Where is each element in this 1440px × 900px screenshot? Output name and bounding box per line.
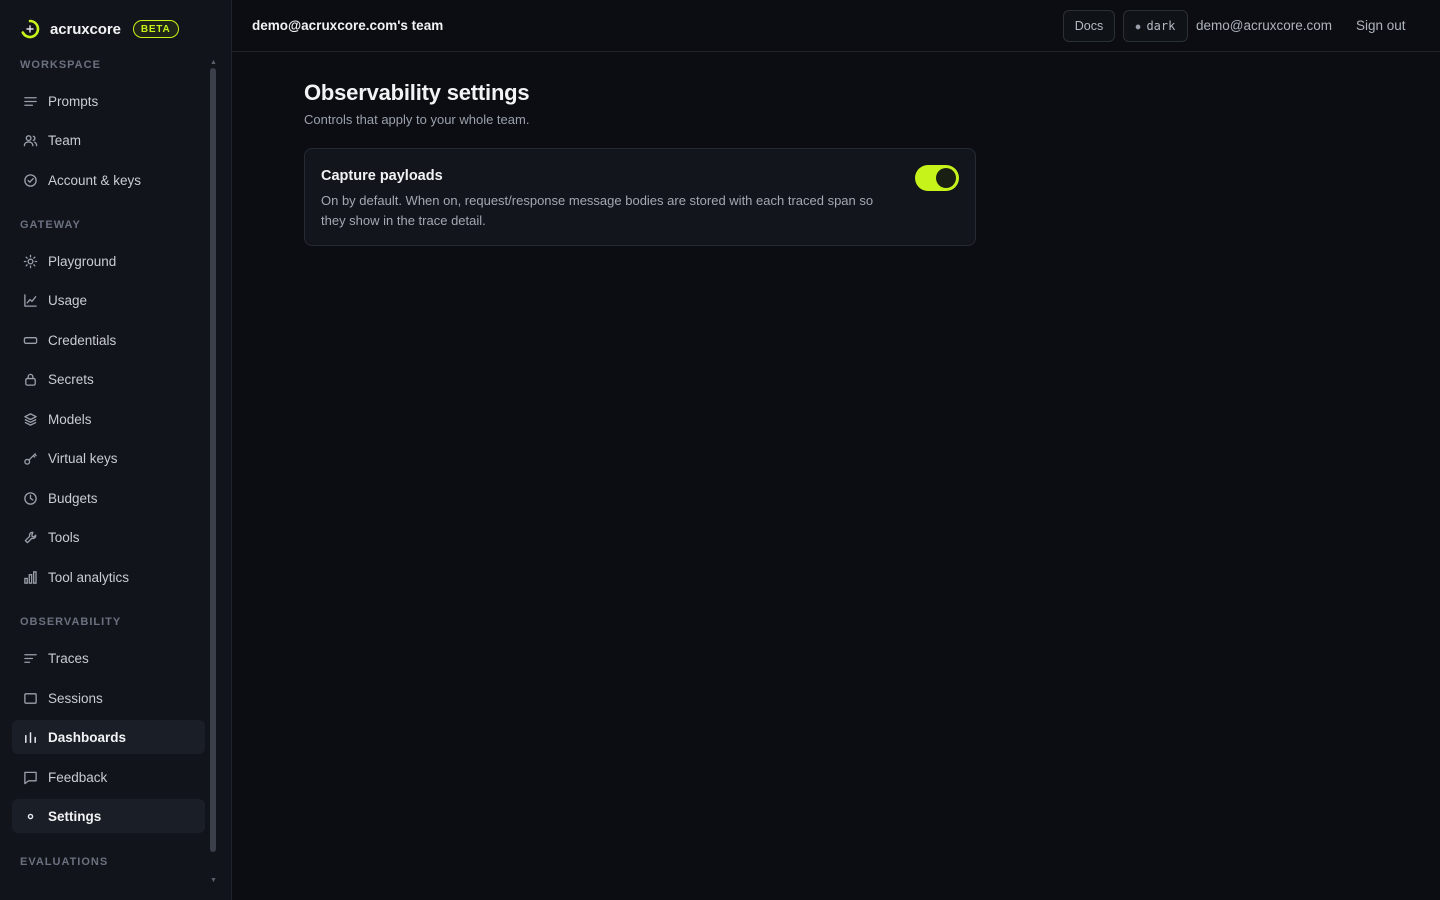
sidebar-item-label: Secrets [48, 371, 94, 387]
theme-label: dark [1146, 19, 1176, 33]
sidebar-item-traces[interactable]: Traces [12, 641, 205, 675]
docs-button[interactable]: Docs [1063, 10, 1115, 42]
sidebar-item-models[interactable]: Models [12, 402, 205, 436]
sidebar-item-label: Sessions [48, 690, 103, 706]
sidebar-item-label: Budgets [48, 490, 98, 506]
sidebar-item-sessions[interactable]: Sessions [12, 681, 205, 715]
sidebar-item-credentials[interactable]: Credentials [12, 323, 205, 357]
bar-chart-icon [22, 569, 38, 585]
sidebar-item-virtual-keys[interactable]: Virtual keys [12, 441, 205, 475]
scroll-down-arrow-icon[interactable]: ▼ [210, 877, 217, 884]
sidebar-item-account-keys[interactable]: Account & keys [12, 163, 205, 197]
team-name[interactable]: demo@acruxcore.com's team [252, 18, 443, 33]
sidebar-item-label: Account & keys [48, 172, 142, 188]
sidebar-item-label: Settings [48, 808, 102, 824]
setting-title: Capture payloads [321, 168, 443, 184]
beta-badge: BETA [132, 20, 179, 38]
wrench-icon [22, 529, 38, 545]
sidebar-item-team[interactable]: Team [12, 123, 205, 157]
setting-description: On by default. When on, request/response… [321, 193, 874, 228]
sidebar-item-label: Prompts [48, 93, 99, 109]
top-bar: demo@acruxcore.com's team Docs ● dark de… [232, 0, 1440, 52]
section-title-gateway: GATEWAY [20, 219, 81, 231]
users-icon [22, 132, 38, 148]
check-circle-icon [22, 172, 38, 188]
lock-icon [22, 371, 38, 387]
brand-logo-icon [21, 19, 40, 39]
sun-icon [22, 253, 38, 269]
sidebar-item-tool-analytics[interactable]: Tool analytics [12, 560, 205, 594]
section-title-workspace: WORKSPACE [20, 59, 101, 71]
capture-payloads-card: Capture payloads On by default. When on,… [304, 148, 976, 246]
brand-name: acruxcore [50, 20, 121, 38]
traces-icon [22, 650, 38, 666]
sidebar-item-label: Usage [48, 292, 88, 308]
dashboard-bars-icon [22, 729, 38, 745]
sidebar-item-dashboards[interactable]: Dashboards [12, 720, 205, 754]
sidebar-item-label: Team [48, 132, 82, 148]
capture-payloads-toggle[interactable] [915, 165, 959, 191]
key-icon [22, 450, 38, 466]
list-icon [22, 93, 38, 109]
sidebar-item-label: Credentials [48, 332, 117, 348]
sidebar-item-tools[interactable]: Tools [12, 520, 205, 554]
sidebar: acruxcore BETA WORKSPACE Prompts Team Ac… [0, 0, 232, 900]
sidebar-item-usage[interactable]: Usage [12, 283, 205, 317]
page-subtitle: Controls that apply to your whole team. [304, 112, 530, 127]
theme-toggle-button[interactable]: ● dark [1123, 10, 1188, 42]
dot-icon [22, 808, 38, 824]
sidebar-item-feedback[interactable]: Feedback [12, 760, 205, 794]
sidebar-item-prompts[interactable]: Prompts [12, 84, 205, 118]
scroll-up-arrow-icon[interactable]: ▲ [210, 59, 217, 66]
sidebar-item-budgets[interactable]: Budgets [12, 481, 205, 515]
sidebar-scrollbar[interactable] [210, 68, 216, 852]
layers-icon [22, 411, 38, 427]
theme-dot-icon: ● [1135, 21, 1141, 31]
message-icon [22, 769, 38, 785]
line-chart-icon [22, 292, 38, 308]
sidebar-item-label: Tools [48, 529, 80, 545]
clock-icon [22, 490, 38, 506]
toggle-knob [936, 168, 956, 188]
square-icon [22, 690, 38, 706]
sidebar-item-label: Dashboards [48, 729, 127, 745]
sidebar-item-label: Playground [48, 253, 117, 269]
section-title-observability: OBSERVABILITY [20, 616, 122, 628]
sidebar-item-label: Tool analytics [48, 569, 130, 585]
card-icon [22, 332, 38, 348]
user-email: demo@acruxcore.com [1196, 18, 1333, 33]
sidebar-item-label: Models [48, 411, 92, 427]
sidebar-item-secrets[interactable]: Secrets [12, 362, 205, 396]
page-title: Observability settings [304, 80, 530, 105]
sidebar-item-playground[interactable]: Playground [12, 244, 205, 278]
section-title-evaluations: EVALUATIONS [20, 856, 109, 868]
brand[interactable]: acruxcore BETA [20, 17, 179, 41]
sidebar-item-label: Feedback [48, 769, 108, 785]
sidebar-item-label: Virtual keys [48, 450, 118, 466]
sign-out-link[interactable]: Sign out [1356, 18, 1406, 33]
sidebar-item-label: Traces [48, 650, 89, 666]
sidebar-item-settings[interactable]: Settings [12, 799, 205, 833]
